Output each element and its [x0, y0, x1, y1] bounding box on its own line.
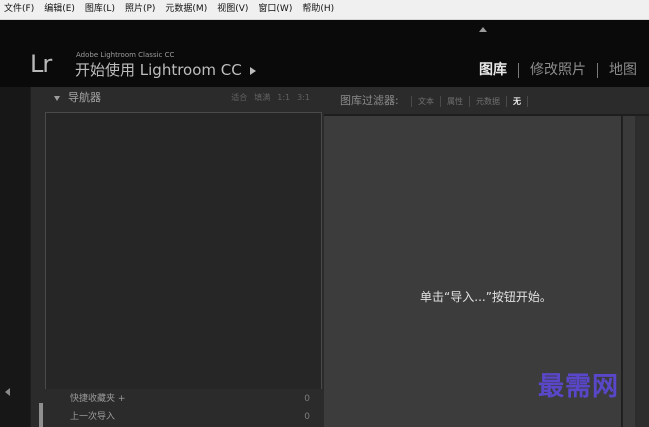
menu-bar: 文件(F) 编辑(E) 图库(L) 照片(P) 元数据(M) 视图(V) 窗口(… — [0, 0, 649, 20]
empty-grid-message: 单击“导入...”按钮开始。 — [420, 290, 552, 304]
module-library[interactable]: 图库 — [479, 61, 507, 79]
right-panel-edge — [635, 116, 649, 427]
identity-plate-caption: Adobe Lightroom Classic CC — [76, 51, 175, 59]
catalog-item-label: 快捷收藏夹 + — [70, 394, 126, 404]
menu-photo[interactable]: 照片(P) — [120, 0, 160, 19]
identity-plate-title[interactable]: 开始使用 Lightroom CC — [75, 61, 256, 79]
menu-window[interactable]: 窗口(W) — [253, 0, 297, 19]
menu-help[interactable]: 帮助(H) — [297, 0, 339, 19]
zoom-fit[interactable]: 适合 — [231, 92, 247, 103]
navigator-header[interactable]: 导航器 适合 填满 1:1 3:1 — [44, 88, 324, 112]
catalog-item-count: 0 — [304, 412, 310, 422]
lightroom-logo: Lr — [30, 50, 52, 78]
filter-divider — [469, 96, 470, 107]
watermark: 最需网 — [538, 372, 620, 402]
filter-tab-none[interactable]: 无 — [513, 96, 521, 107]
catalog-item-label: 上一次导入 — [70, 412, 116, 422]
left-panel-edge — [0, 87, 30, 427]
module-divider — [518, 62, 519, 78]
catalog-panel: 快捷收藏夹 + 0 上一次导入 0 — [38, 389, 324, 427]
navigator-title: 导航器 — [68, 91, 101, 104]
zoom-1-1[interactable]: 1:1 — [277, 92, 290, 103]
filter-divider — [411, 96, 412, 107]
catalog-scrollbar[interactable] — [39, 403, 43, 427]
disclosure-triangle-icon[interactable] — [54, 96, 60, 101]
module-develop[interactable]: 修改照片 — [530, 61, 586, 79]
navigator-zoom-options: 适合 填满 1:1 3:1 — [231, 92, 310, 103]
menu-library[interactable]: 图库(L) — [80, 0, 120, 19]
menu-view[interactable]: 视图(V) — [212, 0, 253, 19]
identity-bar: Lr Adobe Lightroom Classic CC 开始使用 Light… — [0, 20, 649, 87]
module-divider — [597, 62, 598, 78]
filter-tab-text[interactable]: 文本 — [418, 96, 434, 107]
collapse-left-icon[interactable] — [5, 388, 10, 396]
menu-edit[interactable]: 编辑(E) — [39, 0, 80, 19]
filter-tab-metadata[interactable]: 元数据 — [476, 96, 500, 107]
navigator-preview[interactable] — [45, 112, 322, 390]
library-filter-bar: 图库过滤器: 文本 属性 元数据 无 — [324, 87, 649, 114]
menu-file[interactable]: 文件(F) — [0, 0, 39, 19]
menu-metadata[interactable]: 元数据(M) — [160, 0, 212, 19]
grid-scrollbar[interactable] — [622, 116, 636, 427]
collapse-up-icon[interactable] — [479, 27, 487, 32]
library-filter-title: 图库过滤器: — [340, 94, 399, 107]
module-picker: 图库 修改照片 地图 — [479, 61, 637, 79]
left-panel: 导航器 适合 填满 1:1 3:1 快捷收藏夹 + 0 上一次导入 0 — [31, 87, 324, 427]
zoom-3-1[interactable]: 3:1 — [297, 92, 310, 103]
main-view: 图库过滤器: 文本 属性 元数据 无 单击“导入...”按钮开始。 最需网 — [324, 87, 649, 427]
identity-plate-title-text: 开始使用 Lightroom CC — [75, 61, 242, 79]
filter-divider — [440, 96, 441, 107]
expand-arrow-icon[interactable] — [249, 66, 256, 75]
filter-divider — [506, 96, 507, 107]
library-filter-tabs: 文本 属性 元数据 无 — [405, 96, 534, 107]
module-map[interactable]: 地图 — [609, 61, 637, 79]
catalog-item-count: 0 — [304, 394, 310, 404]
filter-divider — [527, 96, 528, 107]
zoom-fill[interactable]: 填满 — [254, 92, 270, 103]
filter-tab-attribute[interactable]: 属性 — [447, 96, 463, 107]
